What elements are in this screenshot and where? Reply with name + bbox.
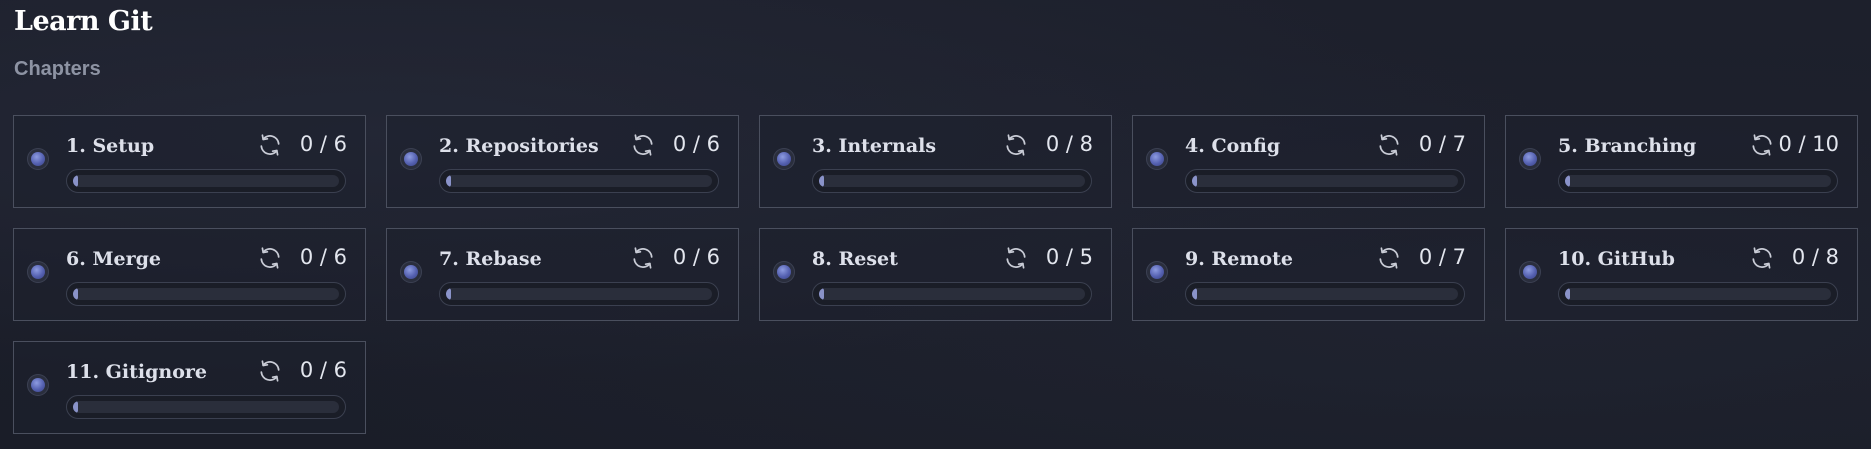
progress-fill [73,175,78,187]
chapter-grid: 1. Setup 0 / 6 2. Repositories 0 / 6 3. … [13,115,1858,434]
progress-track [819,175,1085,187]
progress-bar [1558,282,1838,306]
chapter-progress-count: 0 / 5 [1045,245,1093,269]
page-title: Learn Git [14,6,153,37]
chapter-card-5[interactable]: 5. Branching 0 / 10 [1505,115,1858,208]
chapter-title: 1. Setup [66,135,155,157]
refresh-icon[interactable] [257,245,283,271]
progress-bar [66,282,346,306]
chapter-card-8[interactable]: 8. Reset 0 / 5 [759,228,1112,321]
chapter-card-1[interactable]: 1. Setup 0 / 6 [13,115,366,208]
progress-track [73,401,339,413]
progress-fill [446,175,451,187]
chapter-card-7[interactable]: 7. Rebase 0 / 6 [386,228,739,321]
chapter-progress-count: 0 / 7 [1418,132,1466,156]
status-dot-icon [1519,261,1541,283]
progress-track [1565,175,1831,187]
chapter-progress-count: 0 / 10 [1778,132,1839,156]
chapter-card-11[interactable]: 11. Gitignore 0 / 6 [13,341,366,434]
progress-bar [66,169,346,193]
refresh-icon[interactable] [1003,245,1029,271]
chapter-progress-count: 0 / 8 [1045,132,1093,156]
chapter-card-10[interactable]: 10. GitHub 0 / 8 [1505,228,1858,321]
refresh-icon[interactable] [630,132,656,158]
chapter-progress-count: 0 / 8 [1791,245,1839,269]
chapter-title: 7. Rebase [439,248,542,270]
refresh-icon[interactable] [257,358,283,384]
chapter-progress-count: 0 / 6 [672,132,720,156]
chapter-progress-count: 0 / 6 [299,132,347,156]
refresh-icon[interactable] [1003,132,1029,158]
refresh-icon[interactable] [630,245,656,271]
chapter-title: 4. Config [1185,135,1281,157]
progress-bar [1185,282,1465,306]
refresh-icon[interactable] [1749,132,1775,158]
status-dot-icon [1519,148,1541,170]
chapter-progress-count: 0 / 6 [299,245,347,269]
status-dot-icon [27,148,49,170]
status-dot-icon [400,261,422,283]
status-dot-icon [773,148,795,170]
chapter-card-3[interactable]: 3. Internals 0 / 8 [759,115,1112,208]
refresh-icon[interactable] [1749,245,1775,271]
progress-fill [1192,288,1197,300]
chapter-progress-count: 0 / 7 [1418,245,1466,269]
progress-track [1565,288,1831,300]
status-dot-icon [27,261,49,283]
progress-track [1192,175,1458,187]
chapter-title: 2. Repositories [439,135,599,157]
progress-fill [1192,175,1197,187]
chapter-card-6[interactable]: 6. Merge 0 / 6 [13,228,366,321]
progress-fill [819,288,824,300]
status-dot-icon [400,148,422,170]
chapter-title: 11. Gitignore [66,361,207,383]
progress-fill [1565,175,1570,187]
chapter-title: 8. Reset [812,248,898,270]
progress-bar [439,169,719,193]
status-dot-icon [773,261,795,283]
section-heading: Chapters [14,58,101,80]
refresh-icon[interactable] [1376,245,1402,271]
progress-track [73,175,339,187]
progress-track [1192,288,1458,300]
status-dot-icon [1146,148,1168,170]
refresh-icon[interactable] [1376,132,1402,158]
chapter-progress-count: 0 / 6 [672,245,720,269]
progress-track [446,175,712,187]
progress-fill [819,175,824,187]
chapter-title: 6. Merge [66,248,161,270]
chapter-title: 10. GitHub [1558,248,1675,270]
chapter-progress-count: 0 / 6 [299,358,347,382]
progress-track [819,288,1085,300]
progress-bar [66,395,346,419]
progress-fill [73,401,78,413]
chapter-title: 3. Internals [812,135,937,157]
status-dot-icon [27,374,49,396]
progress-bar [1558,169,1838,193]
progress-fill [1565,288,1570,300]
chapter-card-2[interactable]: 2. Repositories 0 / 6 [386,115,739,208]
chapter-card-4[interactable]: 4. Config 0 / 7 [1132,115,1485,208]
chapter-title: 5. Branching [1558,135,1697,157]
progress-bar [1185,169,1465,193]
progress-fill [446,288,451,300]
progress-bar [812,169,1092,193]
progress-track [446,288,712,300]
status-dot-icon [1146,261,1168,283]
chapter-title: 9. Remote [1185,248,1293,270]
progress-bar [439,282,719,306]
refresh-icon[interactable] [257,132,283,158]
progress-track [73,288,339,300]
chapter-card-9[interactable]: 9. Remote 0 / 7 [1132,228,1485,321]
progress-fill [73,288,78,300]
progress-bar [812,282,1092,306]
